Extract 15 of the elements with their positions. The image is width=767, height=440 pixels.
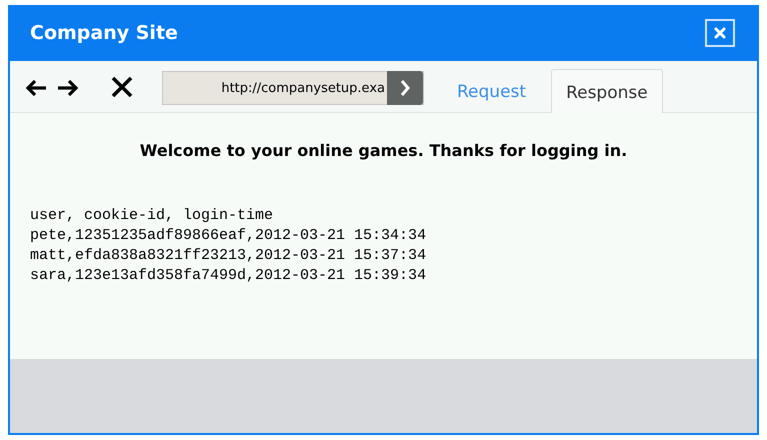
close-icon bbox=[713, 26, 727, 40]
go-button[interactable] bbox=[387, 71, 423, 105]
text-line: sara,123e13afd358fa7499d,2012-03-21 15:39:34 bbox=[30, 266, 428, 286]
text-line: pete,12351235adf89866eaf,2012-03-21 15:34:34 bbox=[30, 226, 428, 246]
chevron-right-icon bbox=[399, 79, 411, 97]
address-field[interactable]: http://companysetup.exa bbox=[162, 71, 424, 105]
back-arrow-icon[interactable] bbox=[24, 78, 48, 98]
text-line: user, cookie-id, login-time bbox=[30, 206, 274, 226]
forward-arrow-icon[interactable] bbox=[56, 78, 80, 98]
window-title: Company Site bbox=[30, 22, 178, 44]
close-button[interactable] bbox=[705, 19, 735, 47]
close-icon[interactable] bbox=[110, 76, 134, 98]
text-line: matt,efda838a8321ff23213,2012-03-21 15:37:34 bbox=[30, 246, 428, 266]
heading: Welcome to your online games. Thanks for logging in. bbox=[138, 141, 628, 160]
tab[interactable]: Response bbox=[551, 69, 663, 113]
